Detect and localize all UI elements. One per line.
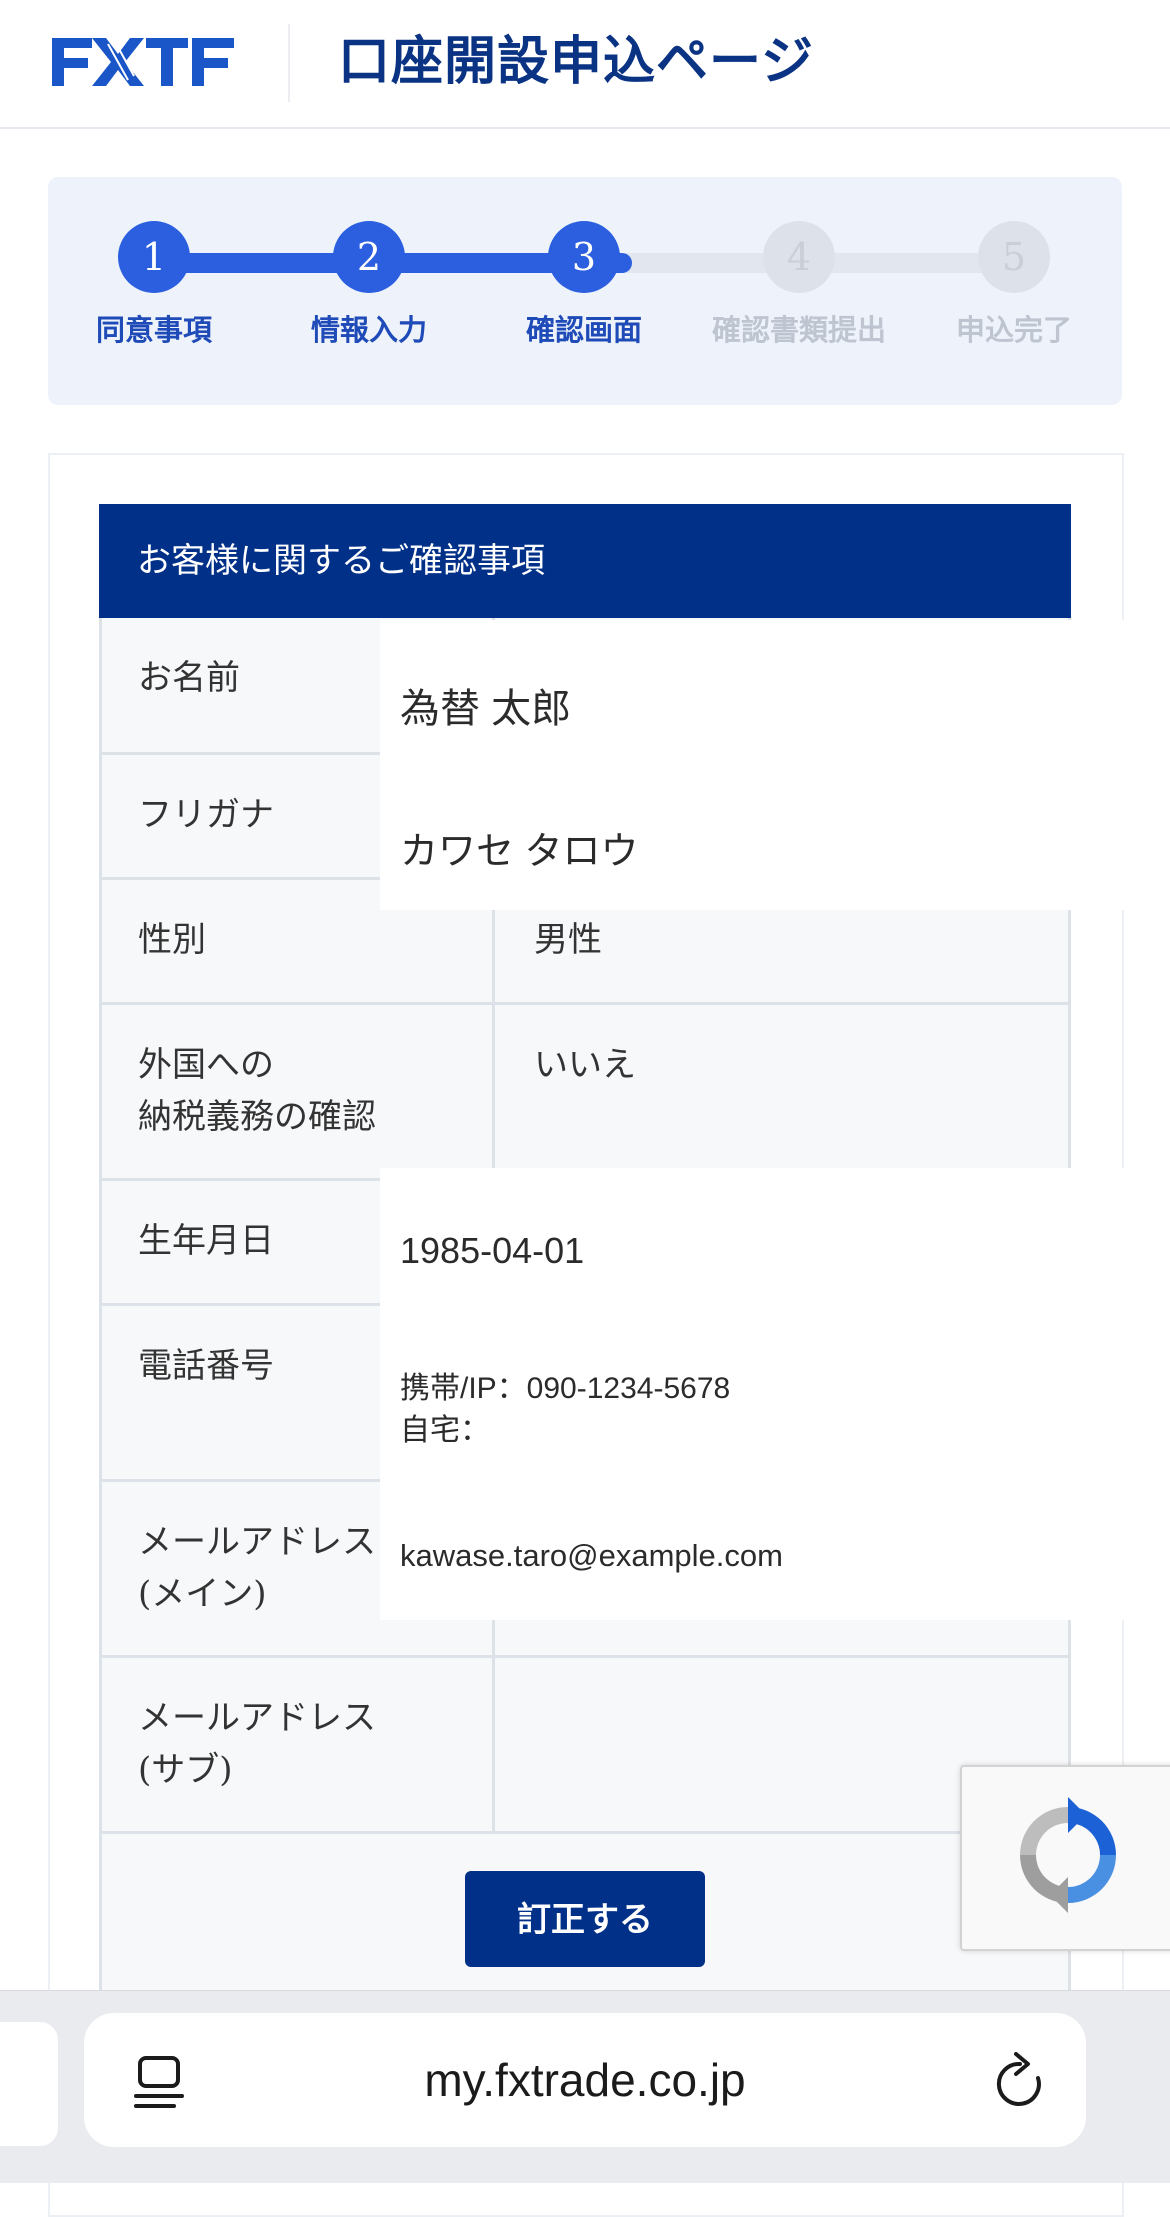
row-tax-obligation: 外国への 納税義務の確認 いいえ [99, 1005, 1071, 1181]
step-label: 申込完了 [955, 313, 1072, 347]
step-number: 2 [333, 221, 405, 293]
fxtf-logo[interactable] [52, 34, 236, 90]
url-text[interactable]: my.fxtrade.co.jp [300, 2040, 870, 2120]
field-label-line: 納税義務の確認 [138, 1097, 376, 1137]
row-divider [492, 1005, 495, 1178]
phone-home: 自宅： [400, 1414, 490, 1447]
step-number: 5 [978, 221, 1050, 293]
field-label: お名前 [138, 658, 240, 698]
birthdate-value: 1985-04-01 [400, 1230, 585, 1271]
step-number: 4 [763, 221, 835, 293]
phone-mobile: 携帯/IP：090-1234-5678 [400, 1372, 731, 1405]
step-complete: 5 申込完了 [914, 221, 1114, 349]
page-title: 口座開設申込ページ [338, 32, 814, 92]
field-label-line: メールアドレス [138, 1522, 376, 1562]
email-main-value: kawase.taro@example.com [400, 1538, 783, 1573]
recaptcha-badge[interactable] [960, 1765, 1170, 1951]
reader-mode-icon[interactable] [134, 2054, 184, 2110]
step-label: 同意事項 [95, 313, 212, 347]
field-label-line: (サブ) [138, 1750, 233, 1790]
phone-value: 携帯/IP：090-1234-5678 自宅： [400, 1368, 730, 1452]
step-label: 情報入力 [310, 313, 427, 347]
header-divider [288, 24, 290, 102]
previous-tab[interactable] [0, 2022, 58, 2146]
step-number: 3 [548, 221, 620, 293]
field-label: 電話番号 [138, 1346, 274, 1386]
section-title: お客様に関するご確認事項 [99, 504, 1071, 618]
name-value: 為替 太郎 [400, 687, 572, 731]
contact-value-overlay: 1985-04-01 携帯/IP：090-1234-5678 自宅： kawas… [380, 1168, 1170, 1620]
progress-stepper: 1 同意事項 2 情報入力 3 確認画面 4 確認書類提出 5 申込完了 [48, 177, 1122, 405]
reload-icon[interactable] [994, 2052, 1046, 2110]
page-header: 口座開設申込ページ [0, 0, 1170, 129]
step-number: 1 [118, 221, 190, 293]
field-label-line: (メイン) [138, 1574, 267, 1614]
field-value: 男性 [534, 920, 602, 960]
row-email-sub: メールアドレス (サブ) [99, 1658, 1071, 1834]
field-label: 性別 [138, 920, 206, 960]
step-agreement: 1 同意事項 [54, 221, 254, 349]
field-label-line: 外国への [138, 1045, 274, 1085]
step-label: 確認書類提出 [711, 313, 886, 347]
field-label: フリガナ [138, 795, 274, 835]
recaptcha-icon [1020, 1797, 1116, 1913]
field-label: メールアドレス (メイン) [138, 1516, 376, 1620]
field-label: メールアドレス (サブ) [138, 1692, 376, 1796]
field-label: 外国への 納税義務の確認 [138, 1039, 376, 1143]
correct-button[interactable]: 訂正する [465, 1871, 705, 1967]
field-label: 生年月日 [138, 1221, 274, 1261]
step-label: 確認画面 [525, 313, 642, 347]
field-value: いいえ [534, 1045, 636, 1085]
field-label-line: メールアドレス [138, 1698, 376, 1738]
step-confirm: 3 確認画面 [484, 221, 684, 349]
furigana-value: カワセ タロウ [400, 831, 639, 873]
row-divider [492, 1658, 495, 1831]
step-input: 2 情報入力 [269, 221, 469, 349]
name-value-overlay: 為替 太郎 カワセ タロウ [380, 620, 1170, 910]
step-documents: 4 確認書類提出 [699, 221, 899, 349]
